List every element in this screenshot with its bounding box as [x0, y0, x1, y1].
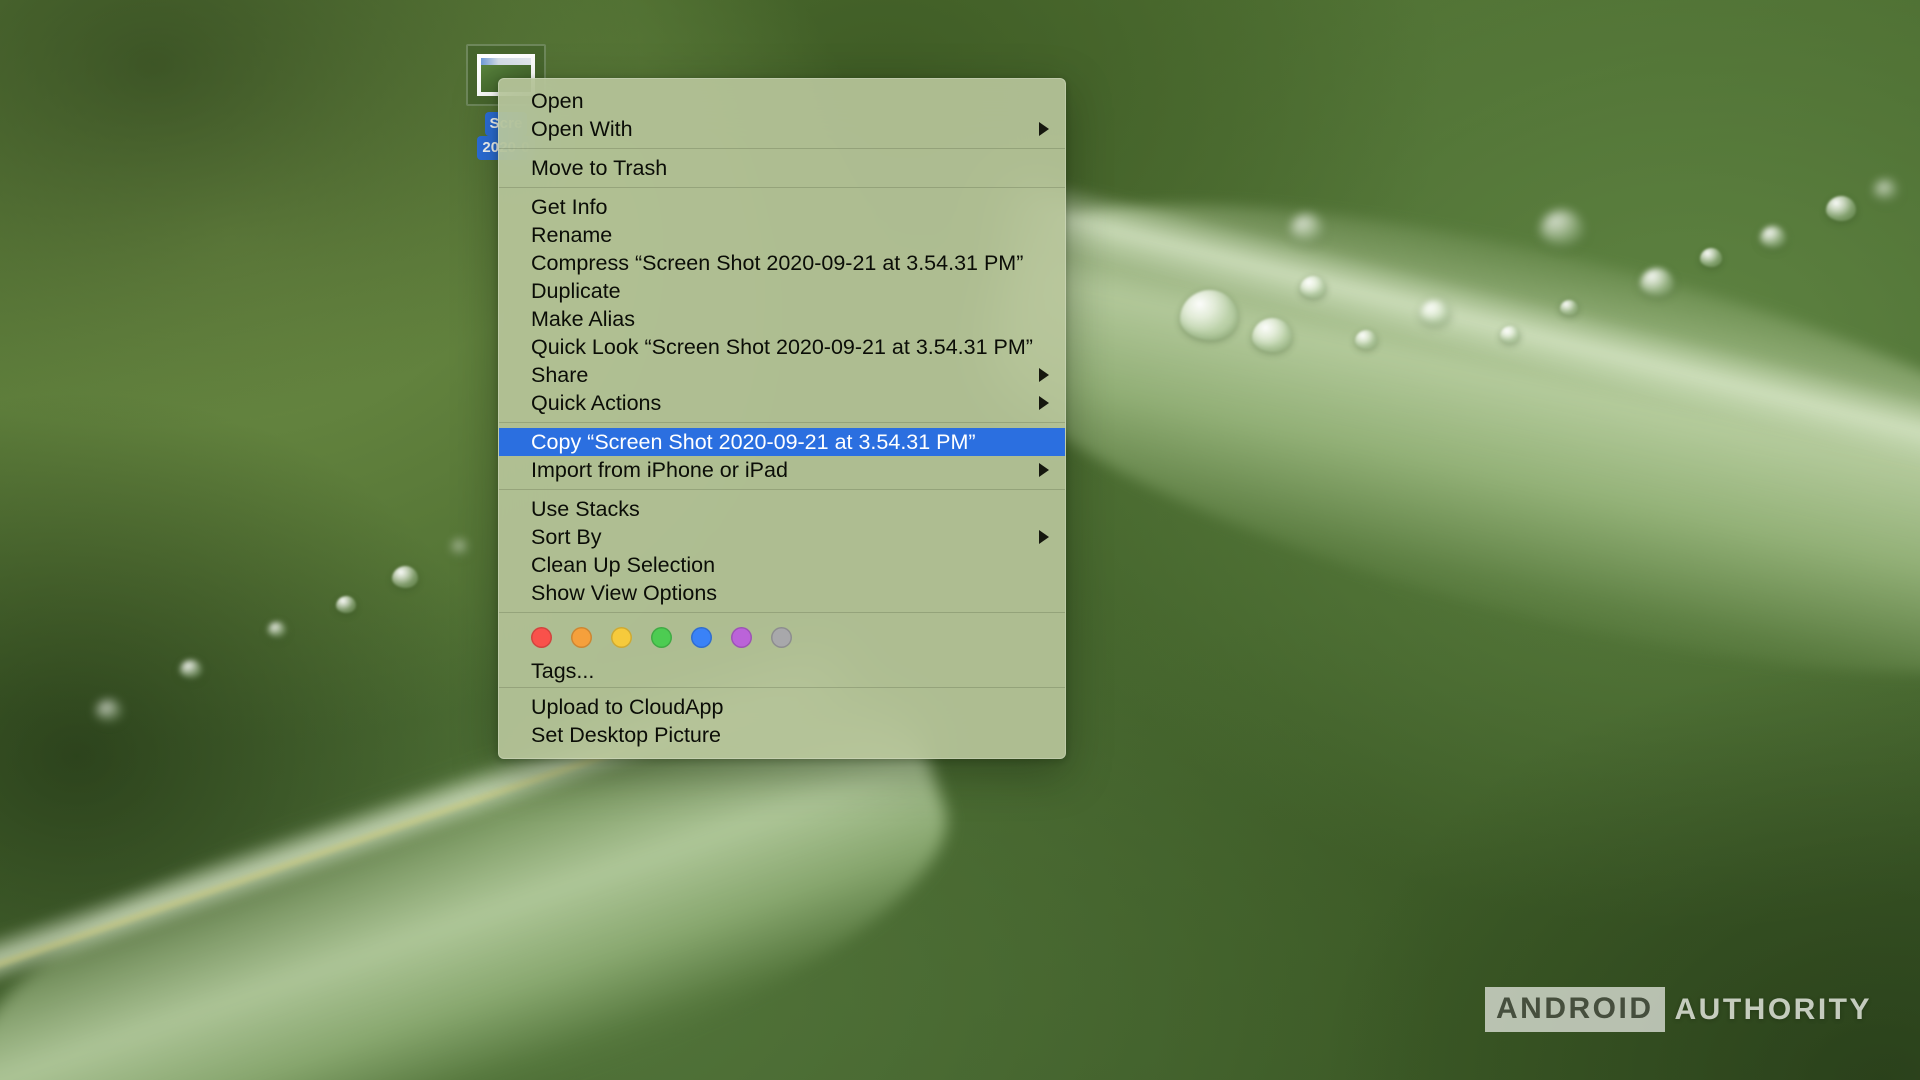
menu-item-rename[interactable]: Rename [499, 221, 1065, 249]
menu-item-label: Open With [531, 117, 633, 141]
context-menu-sections: Open Open With Move to Trash Get Info Rename… [499, 84, 1065, 610]
menu-item-share[interactable]: Share [499, 361, 1065, 389]
water-droplet [336, 596, 356, 613]
menu-item-label: Duplicate [531, 279, 621, 303]
view-section: Use Stacks Sort By Clean Up Selection Show … [499, 492, 1065, 610]
menu-item-use-stacks[interactable]: Use Stacks [499, 495, 1065, 523]
submenu-arrow-icon [1039, 368, 1049, 382]
menu-separator [499, 187, 1065, 188]
menu-item-quick-actions[interactable]: Quick Actions [499, 389, 1065, 417]
tag-color-green[interactable] [651, 626, 672, 648]
menu-item-label: Set Desktop Picture [531, 723, 722, 747]
menu-item-label: Sort By [531, 525, 602, 549]
water-droplet [1300, 276, 1326, 298]
menu-item-upload-to-cloudapp[interactable]: Upload to CloudApp [499, 693, 1065, 721]
menu-item-tags[interactable]: Tags... [499, 657, 1065, 685]
water-droplet [1700, 248, 1722, 267]
menu-separator [499, 148, 1065, 149]
submenu-arrow-icon [1039, 396, 1049, 410]
water-droplet [1826, 196, 1856, 221]
tag-color-blue[interactable] [691, 626, 712, 648]
menu-item-sort-by[interactable]: Sort By [499, 523, 1065, 551]
water-droplet [1290, 214, 1324, 242]
menu-item-import-from-iphone-or-ipad[interactable]: Import from iPhone or iPad [499, 456, 1065, 484]
submenu-arrow-icon [1039, 530, 1049, 544]
menu-separator [499, 612, 1065, 613]
menu-item-label: Use Stacks [531, 497, 640, 521]
trash-section: Move to Trash [499, 151, 1065, 185]
water-droplet [1640, 268, 1674, 296]
menu-item-open-with[interactable]: Open With [499, 115, 1065, 143]
menu-item-move-to-trash[interactable]: Move to Trash [499, 154, 1065, 182]
finder-context-menu[interactable]: Open Open With Move to Trash Get Info Rename… [498, 78, 1066, 759]
tag-colors-row[interactable] [499, 615, 1065, 657]
menu-item-copy-screen-shot-2020-09-21-at-3-54-31-p[interactable]: Copy “Screen Shot 2020-09-21 at 3.54.31 … [499, 428, 1065, 456]
submenu-arrow-icon [1039, 122, 1049, 136]
water-droplet [1252, 318, 1292, 352]
menu-item-label: Rename [531, 223, 613, 247]
menu-item-label: Share [531, 363, 589, 387]
submenu-arrow-icon [1039, 463, 1049, 477]
tag-color-yellow[interactable] [611, 626, 632, 648]
copy-import-section: Copy “Screen Shot 2020-09-21 at 3.54.31 … [499, 425, 1065, 487]
menu-item-label: Open [531, 89, 584, 113]
watermark: ANDROID AUTHORITY [1485, 987, 1872, 1032]
menu-item-label: Upload to CloudApp [531, 695, 724, 719]
water-droplet [1874, 180, 1898, 200]
menu-item-open[interactable]: Open [499, 87, 1065, 115]
water-droplet [1560, 300, 1578, 315]
watermark-boxed-text: ANDROID [1485, 987, 1665, 1032]
menu-item-quick-look-screen-shot-2020-09-21-at-3-5[interactable]: Quick Look “Screen Shot 2020-09-21 at 3.… [499, 333, 1065, 361]
menu-item-set-desktop-picture[interactable]: Set Desktop Picture [499, 721, 1065, 749]
menu-item-label: Tags... [531, 659, 595, 683]
menu-item-duplicate[interactable]: Duplicate [499, 277, 1065, 305]
water-droplet [180, 660, 202, 678]
water-droplet [452, 540, 468, 554]
tag-color-gray[interactable] [771, 626, 792, 648]
menu-item-label: Compress “Screen Shot 2020-09-21 at 3.54… [531, 251, 1024, 275]
water-droplet [1180, 290, 1238, 340]
file-operations-section: Get Info Rename Compress “Screen Shot 2020… [499, 190, 1065, 420]
menu-item-label: Move to Trash [531, 156, 668, 180]
menu-separator [499, 422, 1065, 423]
water-droplet [1355, 330, 1377, 349]
water-droplet [96, 700, 122, 721]
water-droplet [1760, 226, 1786, 248]
water-droplet [1500, 326, 1520, 343]
menu-item-label: Quick Look “Screen Shot 2020-09-21 at 3.… [531, 335, 1033, 359]
menu-item-label: Get Info [531, 195, 608, 219]
water-droplet [392, 566, 418, 588]
menu-item-label: Clean Up Selection [531, 553, 716, 577]
menu-item-make-alias[interactable]: Make Alias [499, 305, 1065, 333]
tag-color-purple[interactable] [731, 626, 752, 648]
menu-item-get-info[interactable]: Get Info [499, 193, 1065, 221]
water-droplet [1420, 300, 1450, 325]
menu-item-label: Show View Options [531, 581, 718, 605]
menu-item-label: Copy “Screen Shot 2020-09-21 at 3.54.31 … [531, 430, 976, 454]
menu-item-label: Import from iPhone or iPad [531, 458, 788, 482]
file-thumbnail-titlebar [481, 58, 531, 65]
open-section: Open Open With [499, 84, 1065, 146]
menu-separator [499, 489, 1065, 490]
water-droplet [268, 622, 286, 637]
menu-item-label: Quick Actions [531, 391, 662, 415]
menu-item-show-view-options[interactable]: Show View Options [499, 579, 1065, 607]
menu-item-label: Make Alias [531, 307, 635, 331]
tag-color-orange[interactable] [571, 626, 592, 648]
watermark-plain-text: AUTHORITY [1674, 992, 1872, 1026]
menu-item-compress-screen-shot-2020-09-21-at-3-54-[interactable]: Compress “Screen Shot 2020-09-21 at 3.54… [499, 249, 1065, 277]
menu-item-clean-up-selection[interactable]: Clean Up Selection [499, 551, 1065, 579]
desktop[interactable]: Scre 2020-0 OpenOpen WithMove to TrashGe… [0, 0, 1920, 1080]
tag-color-red[interactable] [531, 626, 552, 648]
water-droplet [1540, 210, 1584, 246]
bottom-section: Upload to CloudApp Set Desktop Picture [499, 690, 1065, 752]
menu-separator [499, 687, 1065, 688]
